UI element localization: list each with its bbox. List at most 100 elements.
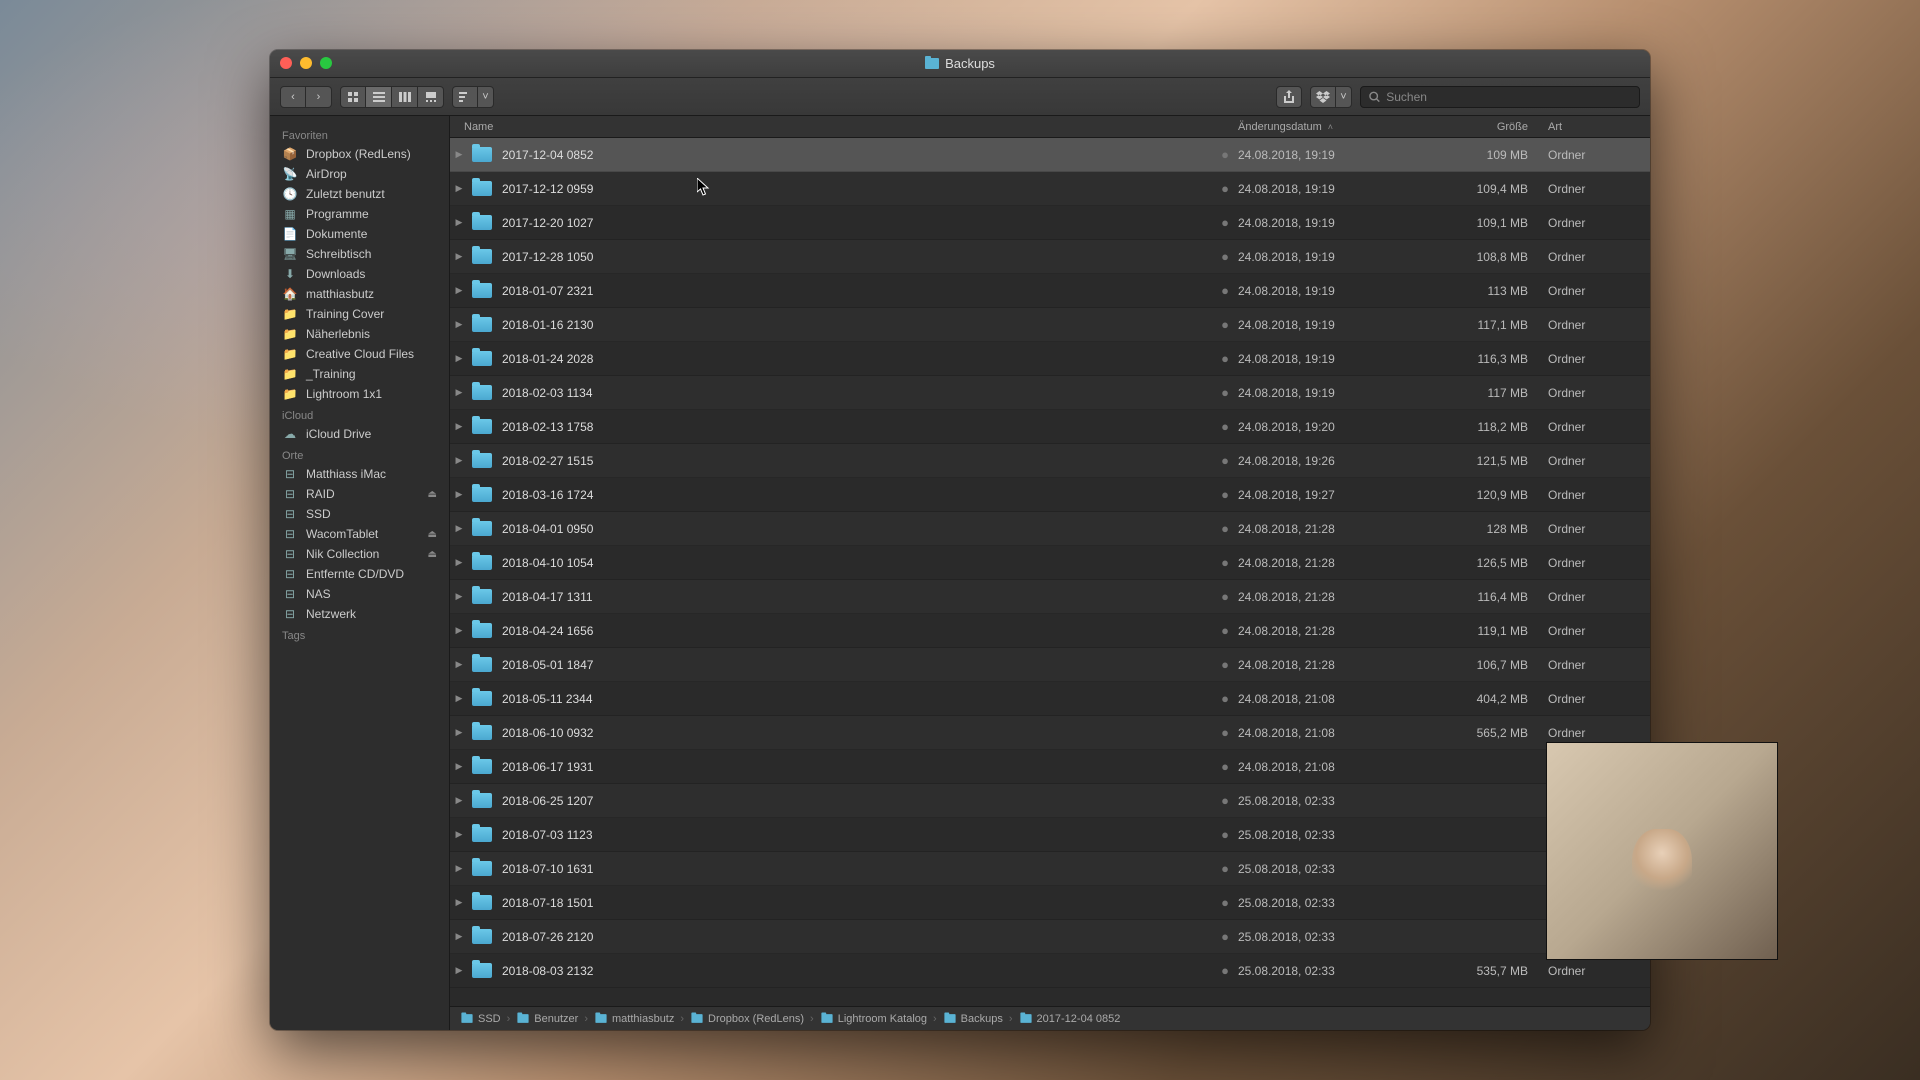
sidebar-item[interactable]: ☁iCloud Drive bbox=[270, 424, 449, 444]
table-row[interactable]: ▶ 2018-06-10 0932 ● 24.08.2018, 21:08 56… bbox=[450, 716, 1650, 750]
table-row[interactable]: ▶ 2018-06-17 1931 ● 24.08.2018, 21:08 bbox=[450, 750, 1650, 784]
disclosure-triangle[interactable]: ▶ bbox=[450, 761, 468, 772]
table-row[interactable]: ▶ 2018-04-24 1656 ● 24.08.2018, 21:28 11… bbox=[450, 614, 1650, 648]
table-row[interactable]: ▶ 2018-06-25 1207 ● 25.08.2018, 02:33 bbox=[450, 784, 1650, 818]
sidebar-item[interactable]: ⊟SSD bbox=[270, 504, 449, 524]
sidebar-item[interactable]: ⊟Matthiass iMac bbox=[270, 464, 449, 484]
disclosure-triangle[interactable]: ▶ bbox=[450, 285, 468, 296]
table-row[interactable]: ▶ 2018-04-10 1054 ● 24.08.2018, 21:28 12… bbox=[450, 546, 1650, 580]
eject-icon[interactable]: ⏏ bbox=[428, 489, 437, 500]
table-row[interactable]: ▶ 2018-04-01 0950 ● 24.08.2018, 21:28 12… bbox=[450, 512, 1650, 546]
sidebar-item[interactable]: 📄Dokumente bbox=[270, 224, 449, 244]
table-row[interactable]: ▶ 2018-02-13 1758 ● 24.08.2018, 19:20 11… bbox=[450, 410, 1650, 444]
disclosure-triangle[interactable]: ▶ bbox=[450, 897, 468, 908]
table-row[interactable]: ▶ 2017-12-04 0852 ● 24.08.2018, 19:19 10… bbox=[450, 138, 1650, 172]
path-item[interactable]: 2017-12-04 0852 bbox=[1019, 1013, 1121, 1025]
sidebar-item[interactable]: ⊟RAID⏏ bbox=[270, 484, 449, 504]
sidebar-item[interactable]: 🏠matthiasbutz bbox=[270, 284, 449, 304]
disclosure-triangle[interactable]: ▶ bbox=[450, 931, 468, 942]
disclosure-triangle[interactable]: ▶ bbox=[450, 149, 468, 160]
arrange-button[interactable] bbox=[452, 86, 478, 108]
col-name[interactable]: Name bbox=[450, 121, 1238, 133]
column-view-button[interactable] bbox=[392, 86, 418, 108]
sidebar-item[interactable]: 📁Näherlebnis bbox=[270, 324, 449, 344]
sidebar-item[interactable]: ⊟NAS bbox=[270, 584, 449, 604]
disclosure-triangle[interactable]: ▶ bbox=[450, 727, 468, 738]
sidebar-item[interactable]: 📦Dropbox (RedLens) bbox=[270, 144, 449, 164]
path-item[interactable]: Benutzer bbox=[516, 1013, 578, 1025]
list-view-button[interactable] bbox=[366, 86, 392, 108]
sidebar-item[interactable]: ⊟Nik Collection⏏ bbox=[270, 544, 449, 564]
disclosure-triangle[interactable]: ▶ bbox=[450, 591, 468, 602]
maximize-button[interactable] bbox=[320, 57, 332, 69]
sidebar-item[interactable]: 📡AirDrop bbox=[270, 164, 449, 184]
forward-button[interactable]: › bbox=[306, 86, 332, 108]
disclosure-triangle[interactable]: ▶ bbox=[450, 625, 468, 636]
path-item[interactable]: Backups bbox=[943, 1013, 1003, 1025]
sidebar-item[interactable]: ▦Programme bbox=[270, 204, 449, 224]
sidebar-item[interactable]: 🕓Zuletzt benutzt bbox=[270, 184, 449, 204]
dropbox-dropdown[interactable]: ˅ bbox=[1336, 86, 1352, 108]
path-item[interactable]: Lightroom Katalog bbox=[820, 1013, 927, 1025]
table-row[interactable]: ▶ 2018-08-03 2132 ● 25.08.2018, 02:33 53… bbox=[450, 954, 1650, 988]
path-item[interactable]: SSD bbox=[460, 1013, 501, 1025]
sidebar-item[interactable]: 📁_Training bbox=[270, 364, 449, 384]
disclosure-triangle[interactable]: ▶ bbox=[450, 387, 468, 398]
gallery-view-button[interactable] bbox=[418, 86, 444, 108]
share-button[interactable] bbox=[1276, 86, 1302, 108]
sidebar-item[interactable]: ⬇Downloads bbox=[270, 264, 449, 284]
disclosure-triangle[interactable]: ▶ bbox=[450, 557, 468, 568]
table-row[interactable]: ▶ 2018-03-16 1724 ● 24.08.2018, 19:27 12… bbox=[450, 478, 1650, 512]
eject-icon[interactable]: ⏏ bbox=[428, 529, 437, 540]
file-rows[interactable]: ▶ 2017-12-04 0852 ● 24.08.2018, 19:19 10… bbox=[450, 138, 1650, 1006]
sidebar-item[interactable]: ⊟Entfernte CD/DVD bbox=[270, 564, 449, 584]
table-row[interactable]: ▶ 2018-07-26 2120 ● 25.08.2018, 02:33 bbox=[450, 920, 1650, 954]
table-row[interactable]: ▶ 2018-02-27 1515 ● 24.08.2018, 19:26 12… bbox=[450, 444, 1650, 478]
disclosure-triangle[interactable]: ▶ bbox=[450, 489, 468, 500]
disclosure-triangle[interactable]: ▶ bbox=[450, 217, 468, 228]
table-row[interactable]: ▶ 2017-12-20 1027 ● 24.08.2018, 19:19 10… bbox=[450, 206, 1650, 240]
close-button[interactable] bbox=[280, 57, 292, 69]
table-row[interactable]: ▶ 2018-05-11 2344 ● 24.08.2018, 21:08 40… bbox=[450, 682, 1650, 716]
col-date[interactable]: Änderungsdatum bbox=[1238, 121, 1428, 133]
path-item[interactable]: Dropbox (RedLens) bbox=[690, 1013, 804, 1025]
disclosure-triangle[interactable]: ▶ bbox=[450, 863, 468, 874]
disclosure-triangle[interactable]: ▶ bbox=[450, 693, 468, 704]
sidebar-item[interactable]: 📁Training Cover bbox=[270, 304, 449, 324]
disclosure-triangle[interactable]: ▶ bbox=[450, 183, 468, 194]
table-row[interactable]: ▶ 2018-01-07 2321 ● 24.08.2018, 19:19 11… bbox=[450, 274, 1650, 308]
minimize-button[interactable] bbox=[300, 57, 312, 69]
table-row[interactable]: ▶ 2018-02-03 1134 ● 24.08.2018, 19:19 11… bbox=[450, 376, 1650, 410]
sidebar-item[interactable]: 📁Lightroom 1x1 bbox=[270, 384, 449, 404]
disclosure-triangle[interactable]: ▶ bbox=[450, 965, 468, 976]
sidebar-item[interactable]: ⊟WacomTablet⏏ bbox=[270, 524, 449, 544]
table-row[interactable]: ▶ 2018-07-03 1123 ● 25.08.2018, 02:33 bbox=[450, 818, 1650, 852]
disclosure-triangle[interactable]: ▶ bbox=[450, 829, 468, 840]
table-row[interactable]: ▶ 2018-05-01 1847 ● 24.08.2018, 21:28 10… bbox=[450, 648, 1650, 682]
search-field[interactable] bbox=[1360, 86, 1640, 108]
disclosure-triangle[interactable]: ▶ bbox=[450, 455, 468, 466]
titlebar[interactable]: Backups bbox=[270, 50, 1650, 78]
disclosure-triangle[interactable]: ▶ bbox=[450, 353, 468, 364]
disclosure-triangle[interactable]: ▶ bbox=[450, 795, 468, 806]
table-row[interactable]: ▶ 2017-12-28 1050 ● 24.08.2018, 19:19 10… bbox=[450, 240, 1650, 274]
disclosure-triangle[interactable]: ▶ bbox=[450, 251, 468, 262]
path-item[interactable]: matthiasbutz bbox=[594, 1013, 674, 1025]
disclosure-triangle[interactable]: ▶ bbox=[450, 319, 468, 330]
eject-icon[interactable]: ⏏ bbox=[428, 549, 437, 560]
table-row[interactable]: ▶ 2018-01-24 2028 ● 24.08.2018, 19:19 11… bbox=[450, 342, 1650, 376]
path-bar[interactable]: SSD›Benutzer›matthiasbutz›Dropbox (RedLe… bbox=[450, 1006, 1650, 1030]
arrange-dropdown[interactable]: ˅ bbox=[478, 86, 494, 108]
sidebar-item[interactable]: 🖥Schreibtisch bbox=[270, 244, 449, 264]
dropbox-button[interactable] bbox=[1310, 86, 1336, 108]
table-row[interactable]: ▶ 2018-04-17 1311 ● 24.08.2018, 21:28 11… bbox=[450, 580, 1650, 614]
sidebar-item[interactable]: 📁Creative Cloud Files bbox=[270, 344, 449, 364]
back-button[interactable]: ‹ bbox=[280, 86, 306, 108]
disclosure-triangle[interactable]: ▶ bbox=[450, 659, 468, 670]
col-kind[interactable]: Art bbox=[1548, 121, 1638, 133]
table-row[interactable]: ▶ 2018-01-16 2130 ● 24.08.2018, 19:19 11… bbox=[450, 308, 1650, 342]
disclosure-triangle[interactable]: ▶ bbox=[450, 421, 468, 432]
table-row[interactable]: ▶ 2017-12-12 0959 ● 24.08.2018, 19:19 10… bbox=[450, 172, 1650, 206]
table-row[interactable]: ▶ 2018-07-10 1631 ● 25.08.2018, 02:33 bbox=[450, 852, 1650, 886]
search-input[interactable] bbox=[1386, 90, 1631, 104]
